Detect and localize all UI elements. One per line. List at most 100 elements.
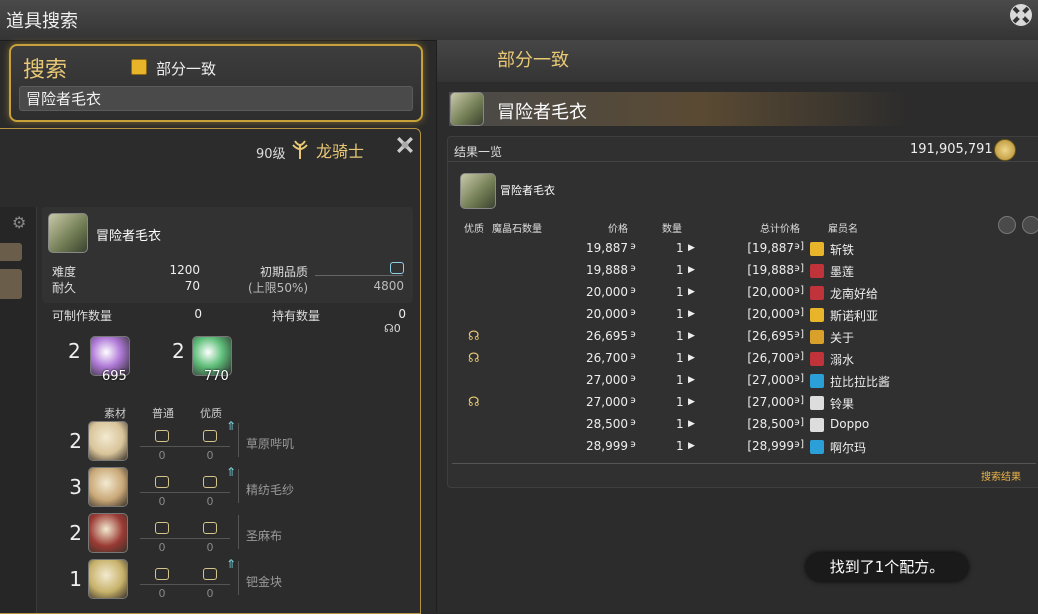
hq-arrow-icon: ⇑ [226, 557, 237, 571]
retainer-city-icon [810, 242, 824, 256]
row-quantity: 1 [676, 285, 684, 299]
row-total: [28,500 [747, 417, 794, 431]
nq-checkbox[interactable] [155, 522, 169, 534]
row-price: 26,695 [586, 329, 628, 343]
hq-checkbox[interactable] [203, 430, 217, 442]
gil-symbol-icon: ϶] [794, 439, 805, 450]
play-arrow-icon: ▶ [688, 441, 695, 451]
play-arrow-icon: ▶ [688, 287, 695, 297]
search-input[interactable]: 冒险者毛衣 [19, 86, 413, 111]
row-total: [26,695 [747, 329, 794, 343]
gil-symbol-icon: ϶] [794, 417, 805, 428]
row-price: 28,500 [586, 417, 628, 431]
hq-icon: ☊ [468, 351, 480, 366]
search-results-link[interactable]: 搜索结果 [981, 468, 1021, 483]
divider [452, 463, 1036, 464]
play-arrow-icon: ▶ [688, 353, 695, 363]
play-arrow-icon: ▶ [688, 331, 695, 341]
side-tab-2[interactable] [0, 269, 22, 299]
material-icon[interactable] [88, 559, 128, 599]
window-title: 道具搜索 [6, 11, 78, 32]
gear-icon[interactable]: ⚙ [12, 213, 26, 232]
side-tab-1[interactable] [0, 243, 22, 261]
crystal-1-have: 695 [102, 369, 127, 384]
row-total: [19,887 [747, 241, 794, 255]
filter-icon[interactable] [1022, 216, 1038, 234]
material-qty: 2 [69, 521, 82, 545]
side-tabs: ⚙ [0, 207, 37, 613]
row-quantity: 1 [676, 417, 684, 431]
recipe-card: 冒险者毛衣 难度 1200 耐久 70 初期品质 (上限50%) 4800 [42, 207, 413, 303]
row-quantity: 1 [676, 373, 684, 387]
durability-label: 耐久 [52, 281, 77, 295]
row-total: [26,700 [747, 351, 794, 365]
gil-symbol-icon: ϶ [630, 329, 637, 340]
gil-symbol-icon: ϶] [794, 373, 805, 384]
gil-symbol-icon: ϶] [794, 307, 805, 318]
result-item-name: 冒险者毛衣 [500, 184, 555, 197]
row-quantity: 1 [676, 263, 684, 277]
gil-symbol-icon: ϶ [630, 439, 637, 450]
nq-count: 0 [158, 587, 166, 600]
col-price: 价格 [608, 224, 628, 235]
row-price: 28,999 [586, 439, 628, 453]
hq-arrow-icon: ⇑ [226, 419, 237, 433]
col-retainer: 雇员名 [828, 224, 858, 235]
owned-hq-count: 0 [393, 322, 401, 335]
gil-symbol-icon: ϶ [630, 395, 637, 406]
material-name: 圣麻布 [246, 529, 283, 543]
gil-coin-icon [994, 139, 1016, 161]
divider [448, 161, 1038, 162]
hq-arrow-icon: ⇑ [226, 465, 237, 479]
divider [238, 469, 239, 503]
material-icon[interactable] [88, 421, 128, 461]
nq-count: 0 [158, 495, 166, 508]
row-retainer: 关于 [830, 331, 855, 345]
title-bar [0, 0, 1038, 41]
recipe-detail-panel: 90级 龙骑士 ⚙ 冒险者毛衣 难度 1200 耐久 70 初期品质 (上限50… [0, 128, 421, 614]
material-icon[interactable] [88, 467, 128, 507]
row-price: 19,888 [586, 263, 628, 277]
partial-match-checkbox[interactable] [131, 59, 147, 75]
retainer-city-icon [810, 374, 824, 388]
row-total: [19,888 [747, 263, 794, 277]
selected-item-name: 冒险者毛衣 [497, 102, 587, 123]
row-quantity: 1 [676, 395, 684, 409]
hq-col-header: 优质 [200, 407, 222, 420]
gil-symbol-icon: ϶] [794, 351, 805, 362]
sweater-icon[interactable] [460, 173, 496, 209]
close-window-icon[interactable] [1008, 2, 1034, 28]
partial-header-title: 部分一致 [497, 50, 569, 71]
col-quality: 优质 [464, 224, 484, 235]
crossed-tools-icon[interactable] [394, 134, 416, 156]
row-quantity: 1 [676, 351, 684, 365]
max-quality-label: (上限50%) [248, 281, 309, 295]
nq-checkbox[interactable] [155, 568, 169, 580]
nq-count: 0 [158, 449, 166, 462]
row-total: [28,999 [747, 439, 794, 453]
gil-symbol-icon: ϶] [794, 241, 805, 252]
row-price: 20,000 [586, 285, 628, 299]
list-view-icon[interactable] [998, 216, 1016, 234]
quality-toggle[interactable] [390, 262, 404, 274]
crystal-1-need: 2 [68, 339, 81, 363]
hq-icon: ☊ [384, 322, 394, 335]
row-price: 27,000 [586, 395, 628, 409]
nq-checkbox[interactable] [155, 430, 169, 442]
sweater-icon[interactable] [48, 213, 88, 253]
hq-checkbox[interactable] [203, 476, 217, 488]
retainer-city-icon [810, 286, 824, 300]
search-box: 搜索 部分一致 冒险者毛衣 [9, 44, 423, 122]
gil-symbol-icon: ϶ [630, 307, 637, 318]
hq-checkbox[interactable] [203, 568, 217, 580]
divider [140, 492, 230, 493]
hq-checkbox[interactable] [203, 522, 217, 534]
gil-symbol-icon: ϶ [630, 373, 637, 384]
nq-checkbox[interactable] [155, 476, 169, 488]
row-total: [27,000 [747, 395, 794, 409]
retainer-city-icon [810, 352, 824, 366]
row-total: [27,000 [747, 373, 794, 387]
hq-count: 0 [206, 449, 214, 462]
material-icon[interactable] [88, 513, 128, 553]
row-price: 19,887 [586, 241, 628, 255]
